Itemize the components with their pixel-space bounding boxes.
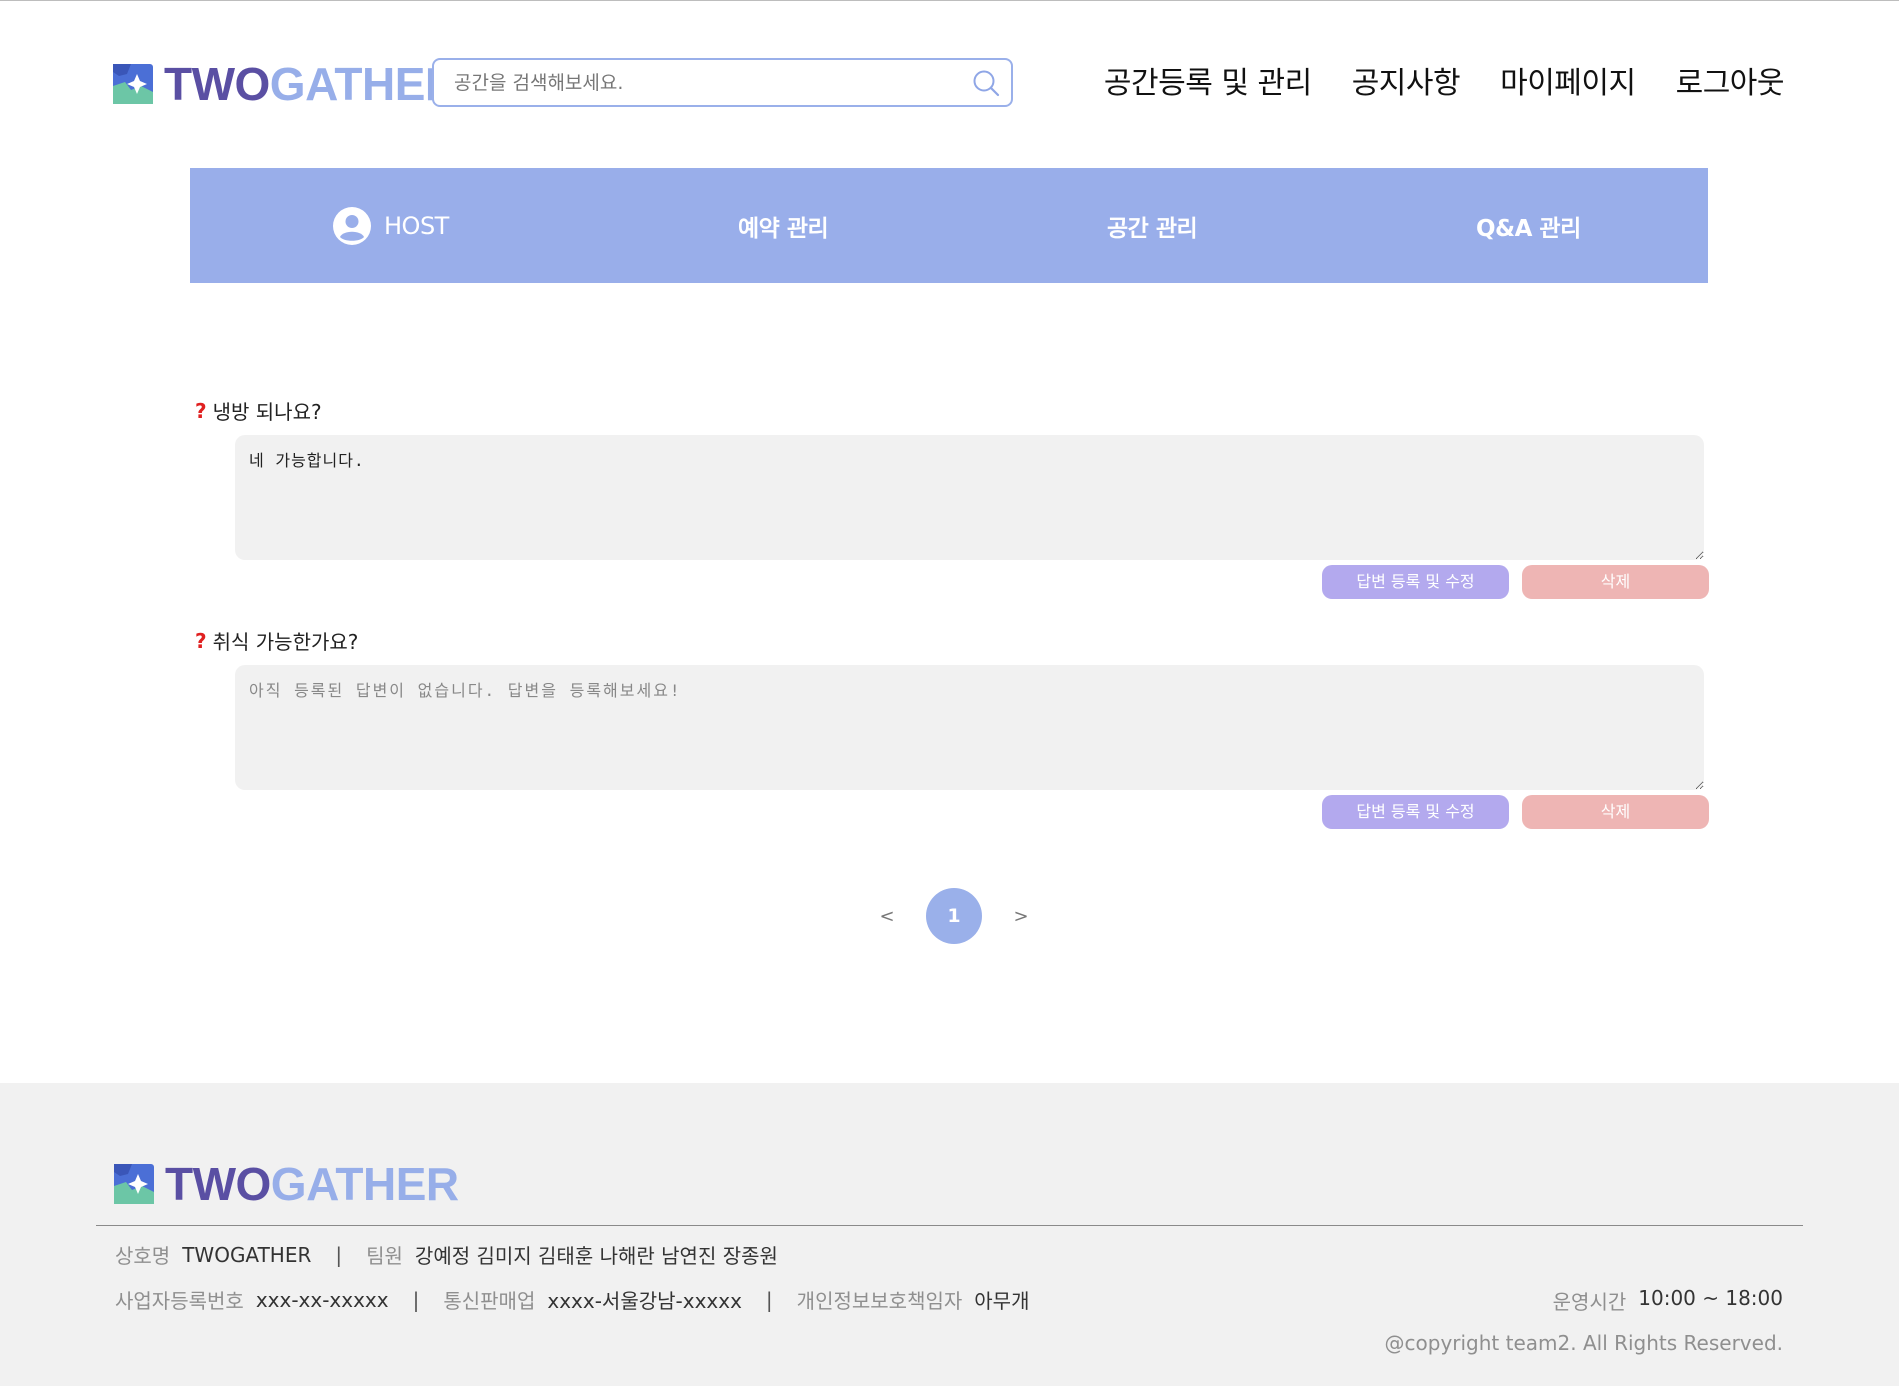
footer-company-row: 상호명 TWOGATHER | 팀원 강예정 김미지 김태훈 나해란 남연진 장…: [115, 1240, 778, 1269]
logo-mark-icon: [114, 1164, 154, 1204]
qa-question-2: ? 취식 가능한가요?: [195, 626, 358, 655]
answer-textarea-2[interactable]: [235, 665, 1704, 790]
copyright: @copyright team2. All Rights Reserved.: [1384, 1331, 1783, 1355]
privacy-officer-value: 아무개: [974, 1289, 1030, 1313]
menu-qa[interactable]: Q&A 관리: [1476, 168, 1581, 283]
menu-space[interactable]: 공간 관리: [1107, 168, 1198, 283]
pagination: < 1 >: [872, 888, 1036, 944]
mail-order-value: xxxx-서울강남-xxxxx: [547, 1289, 742, 1313]
search-icon[interactable]: [971, 68, 1001, 98]
nav-mypage[interactable]: 마이페이지: [1500, 62, 1636, 106]
footer-business-row: 사업자등록번호 xxx-xx-xxxxx | 통신판매업 xxxx-서울강남-x…: [115, 1285, 1029, 1314]
menu-space-label: 공간 관리: [1107, 215, 1198, 242]
site-header: TWOGATHER 공간등록 및 관리 공지사항 마이페이지 로그아웃: [0, 0, 1899, 170]
team-label: 팀원: [366, 1244, 403, 1268]
main-nav: 공간등록 및 관리 공지사항 마이페이지 로그아웃: [1104, 62, 1785, 106]
hours-value: 10:00 ~ 18:00: [1638, 1286, 1783, 1310]
hours-label: 운영시간: [1552, 1290, 1627, 1314]
footer-hours: 운영시간 10:00 ~ 18:00: [1553, 1286, 1783, 1315]
company-value: TWOGATHER: [182, 1242, 312, 1267]
qa-question-1: ? 냉방 되나요?: [195, 396, 322, 425]
logo-mark-icon: [113, 64, 153, 104]
nav-notice[interactable]: 공지사항: [1352, 62, 1461, 106]
nav-logout[interactable]: 로그아웃: [1676, 62, 1785, 106]
answer-save-button-2[interactable]: 답변 등록 및 수정: [1322, 795, 1509, 829]
biz-value: xxx-xx-xxxxx: [255, 1287, 389, 1312]
menu-reservation-label: 예약 관리: [738, 215, 829, 242]
menu-qa-label: Q&A 관리: [1476, 215, 1581, 242]
next-page-button[interactable]: >: [1006, 906, 1036, 927]
brand-name: TWOGATHER: [164, 58, 458, 110]
menu-reservation[interactable]: 예약 관리: [738, 168, 829, 283]
footer-logo: TWOGATHER: [114, 1158, 459, 1210]
mail-order-label: 통신판매업: [443, 1289, 536, 1313]
page-number-current[interactable]: 1: [926, 888, 982, 944]
biz-label: 사업자등록번호: [115, 1289, 244, 1313]
prev-page-button[interactable]: <: [872, 906, 902, 927]
user-avatar-icon: [333, 206, 371, 245]
question-mark-icon: ?: [195, 628, 207, 653]
search-input[interactable]: [454, 70, 954, 96]
host-label: HOST: [384, 211, 449, 240]
team-value: 강예정 김미지 김태훈 나해란 남연진 장종원: [414, 1244, 778, 1268]
answer-textarea-1[interactable]: [235, 435, 1704, 560]
search-box: [432, 58, 1013, 107]
separator: |: [335, 1242, 343, 1267]
privacy-officer-label: 개인정보보호책임자: [796, 1289, 963, 1313]
separator: |: [765, 1287, 773, 1312]
footer-divider: [96, 1225, 1803, 1226]
footer-brand-name: TWOGATHER: [165, 1158, 459, 1210]
question-mark-icon: ?: [195, 398, 207, 423]
question-text: 냉방 되나요?: [212, 400, 322, 424]
answer-delete-button-2[interactable]: 삭제: [1522, 795, 1709, 829]
site-footer: TWOGATHER 상호명 TWOGATHER | 팀원 강예정 김미지 김태훈…: [0, 1083, 1899, 1386]
question-text: 취식 가능한가요?: [212, 630, 359, 654]
company-label: 상호명: [115, 1244, 171, 1268]
answer-delete-button-1[interactable]: 삭제: [1522, 565, 1709, 599]
answer-save-button-1[interactable]: 답변 등록 및 수정: [1322, 565, 1509, 599]
separator: |: [412, 1287, 420, 1312]
nav-space-register[interactable]: 공간등록 및 관리: [1104, 62, 1312, 106]
brand-logo[interactable]: TWOGATHER: [113, 58, 458, 110]
host-menu-bar: HOST 예약 관리 공간 관리 Q&A 관리: [190, 168, 1708, 283]
host-profile[interactable]: HOST: [332, 168, 449, 283]
